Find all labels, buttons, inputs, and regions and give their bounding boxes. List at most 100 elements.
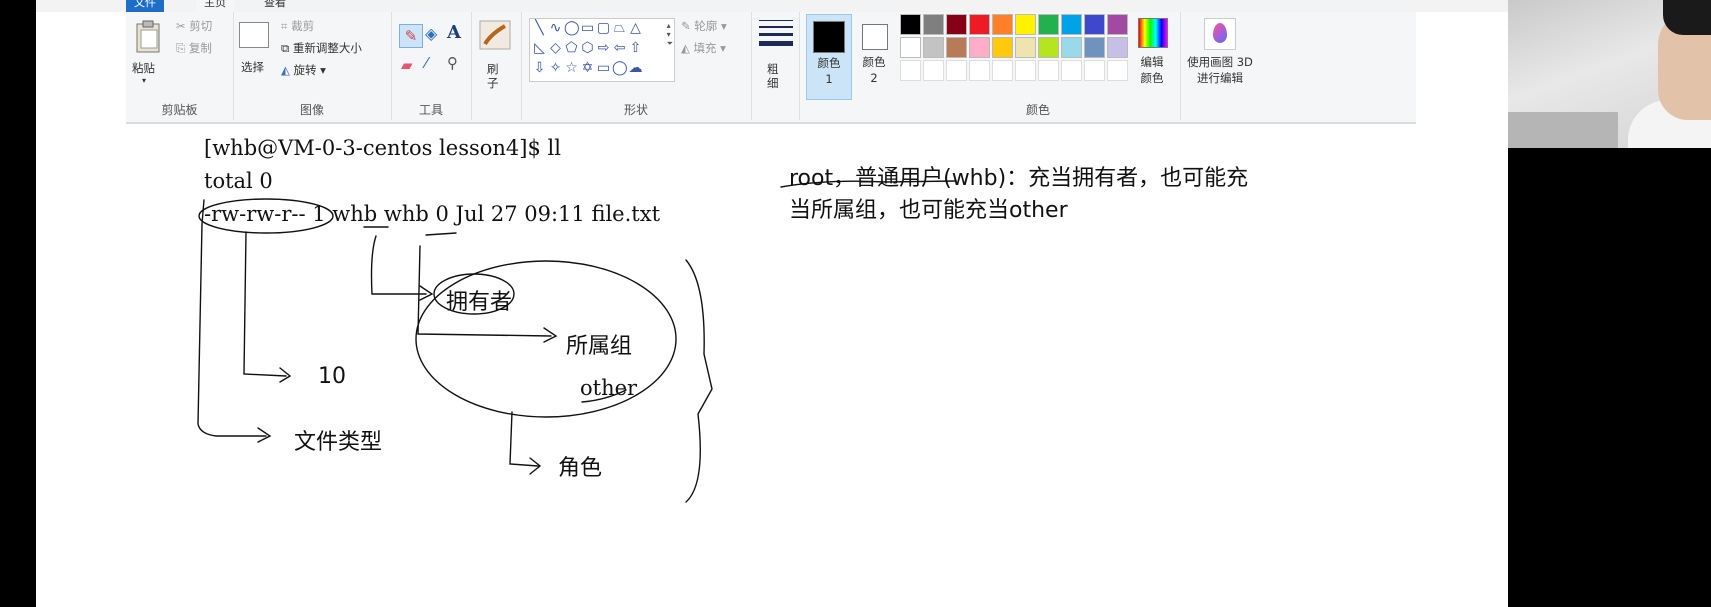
paste-button[interactable]: 粘贴 ▾ xyxy=(132,18,164,92)
webcam-overlay xyxy=(1508,0,1711,148)
oval-shape-icon[interactable]: ◯ xyxy=(564,21,580,36)
color-swatch[interactable] xyxy=(969,37,990,58)
color-swatch[interactable] xyxy=(946,60,967,81)
down-arrow-shape-icon[interactable]: ⇩ xyxy=(532,61,547,76)
text-icon[interactable]: A xyxy=(447,22,461,43)
color-swatch[interactable] xyxy=(900,37,921,58)
hexagon-shape-icon[interactable]: ⬡ xyxy=(580,41,595,56)
diamond-shape-icon[interactable]: ◇ xyxy=(548,41,563,56)
polygon-shape-icon[interactable]: ⏢ xyxy=(612,21,627,36)
color-swatch[interactable] xyxy=(900,14,921,35)
drawing-canvas[interactable]: [whb@VM-0-3-centos lesson4]$ ll total 0 … xyxy=(126,124,1416,607)
left-arrow-shape-icon[interactable]: ⇦ xyxy=(612,41,627,56)
shapes-group: ╲ ∿ ◯ ▭ ▢ ⏢ △ ◺ ◇ ⬠ ⬡ ⇨ ⇦ ⇧ ⇩ ✧ ☆ ✡ ▭ ◯ xyxy=(521,12,752,120)
edit-colors-button[interactable]: 编辑颜色 xyxy=(1132,16,1176,96)
tab-view[interactable]: 查看 xyxy=(256,0,294,12)
owner-arrow xyxy=(419,285,434,301)
color-swatch[interactable] xyxy=(946,14,967,35)
up-arrow-shape-icon[interactable]: ⇧ xyxy=(628,41,643,56)
color-swatch[interactable] xyxy=(1038,14,1059,35)
rounded-rectangle-shape-icon[interactable]: ▢ xyxy=(596,21,611,36)
color-swatch[interactable] xyxy=(1084,14,1105,35)
color-swatch[interactable] xyxy=(1107,14,1128,35)
color-swatch[interactable] xyxy=(1038,37,1059,58)
curve-shape-icon[interactable]: ∿ xyxy=(548,21,563,36)
color-palette xyxy=(900,14,1130,86)
resize-label: 重新调整大小 xyxy=(292,41,362,55)
cut-label: 剪切 xyxy=(189,19,213,33)
note-underline xyxy=(780,180,957,188)
gallery-scroll-icon[interactable]: ▴ ▾ ⏷ xyxy=(667,21,673,49)
color-swatch[interactable] xyxy=(1061,37,1082,58)
rotate-button[interactable]: ◭ 旋转 ▾ xyxy=(281,62,326,78)
select-button[interactable]: 选择 xyxy=(239,20,279,90)
outline-button[interactable]: ✎ 轮廓 ▾ xyxy=(681,18,727,34)
brush-button[interactable]: 刷子 xyxy=(479,20,515,90)
paste-label: 粘贴 xyxy=(132,61,155,75)
six-point-star-shape-icon[interactable]: ✡ xyxy=(580,61,595,76)
color-swatch[interactable] xyxy=(1107,60,1128,81)
color1-label: 颜色 1 xyxy=(817,56,841,86)
brush-label: 刷子 xyxy=(487,62,499,90)
color-picker-icon[interactable]: ⁄ xyxy=(425,54,428,72)
select-label: 选择 xyxy=(241,60,264,74)
color2-button[interactable]: 颜色 2 xyxy=(852,14,896,98)
copy-button[interactable]: ⎘ 复制 xyxy=(176,40,212,56)
color-swatch[interactable] xyxy=(1038,60,1059,81)
clipboard-group-label: 剪贴板 xyxy=(161,103,198,117)
color-swatch[interactable] xyxy=(1084,37,1105,58)
filetype-arrow xyxy=(257,427,272,443)
fill-bucket-icon[interactable]: ◈ xyxy=(425,24,437,43)
right-triangle-shape-icon[interactable]: ◺ xyxy=(532,41,547,56)
color-swatch[interactable] xyxy=(1061,14,1082,35)
select-rect-icon xyxy=(239,22,269,48)
line-shape-icon[interactable]: ╲ xyxy=(532,21,547,36)
color1-button[interactable]: 颜色 1 xyxy=(806,14,852,100)
color-swatch[interactable] xyxy=(946,37,967,58)
cut-button[interactable]: ✂ 剪切 xyxy=(176,18,212,34)
magnifier-icon[interactable]: ⚲ xyxy=(447,54,458,72)
crop-button[interactable]: ⌗ 裁剪 xyxy=(281,18,314,34)
eraser-icon[interactable]: ▰ xyxy=(401,56,413,74)
color-swatch[interactable] xyxy=(992,60,1013,81)
four-point-star-shape-icon[interactable]: ✧ xyxy=(548,61,563,76)
rainbow-icon xyxy=(1138,18,1168,48)
color-swatch[interactable] xyxy=(1015,60,1036,81)
crop-label: 裁剪 xyxy=(291,19,315,33)
brush-group: 刷子 刷子 xyxy=(471,12,522,120)
shapes-gallery[interactable]: ╲ ∿ ◯ ▭ ▢ ⏢ △ ◺ ◇ ⬠ ⬡ ⇨ ⇦ ⇧ ⇩ ✧ ☆ ✡ ▭ ◯ xyxy=(529,18,675,82)
color-swatch[interactable] xyxy=(1015,37,1036,58)
color-swatch[interactable] xyxy=(969,14,990,35)
color-swatch[interactable] xyxy=(923,37,944,58)
right-arrow-shape-icon[interactable]: ⇨ xyxy=(596,41,611,56)
color-swatch[interactable] xyxy=(992,37,1013,58)
triangle-shape-icon[interactable]: △ xyxy=(628,21,643,36)
five-point-star-shape-icon[interactable]: ☆ xyxy=(564,61,579,76)
resize-button[interactable]: ⧉ 重新调整大小 xyxy=(281,40,362,56)
color-swatch[interactable] xyxy=(900,60,921,81)
color-swatch[interactable] xyxy=(923,14,944,35)
tab-file[interactable]: 文件 xyxy=(126,0,164,12)
rectangle-shape-icon[interactable]: ▭ xyxy=(580,21,595,36)
pentagon-shape-icon[interactable]: ⬠ xyxy=(564,41,579,56)
pencil-icon[interactable]: ✎ xyxy=(399,24,423,48)
permission-circle xyxy=(198,198,334,234)
color-swatch[interactable] xyxy=(1015,14,1036,35)
fill-button[interactable]: ◭ 填充 ▾ xyxy=(681,40,726,56)
color-swatch[interactable] xyxy=(992,14,1013,35)
size-button[interactable]: 粗细 xyxy=(759,18,793,90)
color-swatch[interactable] xyxy=(969,60,990,81)
group-connector xyxy=(417,245,552,337)
color-swatch[interactable] xyxy=(1107,37,1128,58)
paint3d-button[interactable]: 使用画图 3D 进行编辑 xyxy=(1186,16,1256,100)
ribbon: 粘贴 ▾ ✂ 剪切 ⎘ 复制 剪贴板 选择 ⌗ 裁剪 ⧉ 重新调整大小 ◭ 旋转… xyxy=(126,12,1416,124)
callout-cloud-shape-icon[interactable]: ☁ xyxy=(628,61,643,76)
color-swatch[interactable] xyxy=(923,60,944,81)
color-swatch[interactable] xyxy=(1084,60,1105,81)
tab-home[interactable]: 主页 xyxy=(196,0,234,12)
callout-oval-shape-icon[interactable]: ◯ xyxy=(612,61,628,76)
ten-arrow xyxy=(279,367,292,383)
callout-rect-shape-icon[interactable]: ▭ xyxy=(596,61,611,76)
color-swatch[interactable] xyxy=(1061,60,1082,81)
filetype-bracket xyxy=(197,199,267,437)
